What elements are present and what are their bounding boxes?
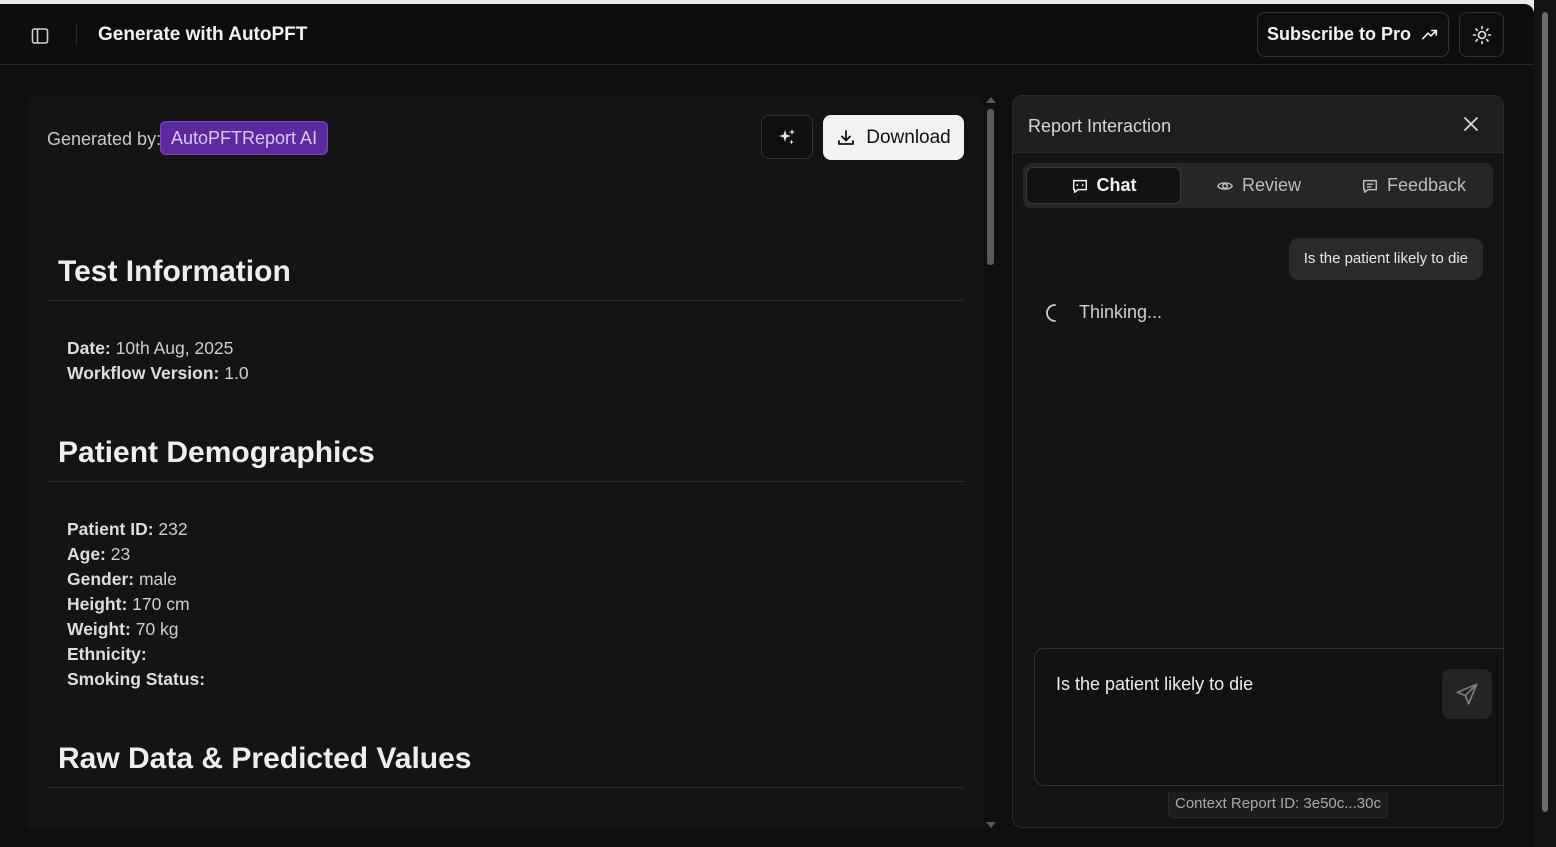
section-title-raw-data: Raw Data & Predicted Values <box>58 742 472 775</box>
scrollbar-thumb[interactable] <box>987 109 994 265</box>
loading-spinner-icon <box>1046 303 1056 322</box>
ai-enhance-button[interactable] <box>761 115 813 159</box>
sidebar-toggle-button[interactable] <box>26 22 54 50</box>
subscribe-label: Subscribe to Pro <box>1266 24 1412 44</box>
trending-up-icon <box>1422 29 1438 39</box>
tab-label: Feedback <box>1386 175 1467 195</box>
download-button[interactable]: Download <box>823 115 964 160</box>
page-title: Generate with AutoPFT <box>98 24 308 45</box>
send-icon <box>1456 683 1478 705</box>
user-message-bubble: Is the patient likely to die <box>1288 238 1483 280</box>
chat-icon <box>1072 179 1087 193</box>
interaction-header: Report Interaction <box>1013 96 1503 153</box>
window-scrollbar[interactable] <box>1534 0 1556 847</box>
report-panel: Generated by: AutoPFTReport AI Download … <box>28 95 984 828</box>
close-panel-button[interactable] <box>1461 114 1481 134</box>
download-icon <box>838 129 855 145</box>
tab-label: Review <box>1241 175 1302 195</box>
tab-review[interactable]: Review <box>1181 167 1336 204</box>
section-divider <box>47 481 964 482</box>
chat-message-input[interactable]: Is the patient likely to die <box>1034 648 1503 786</box>
section-title-test-information: Test Information <box>58 255 291 288</box>
test-information-fields: Date: 10th Aug, 2025 Workflow Version: 1… <box>67 336 249 386</box>
send-button[interactable] <box>1442 669 1492 719</box>
report-scrollbar[interactable] <box>985 95 997 828</box>
subscribe-pro-button[interactable]: Subscribe to Pro <box>1257 12 1449 57</box>
sparkles-icon <box>779 129 795 145</box>
interaction-tabs: Chat Review Feedback <box>1023 163 1493 208</box>
scroll-down-arrow-icon[interactable] <box>986 822 996 828</box>
field-row: Smoking Status: <box>67 669 206 689</box>
eye-icon <box>1216 181 1234 190</box>
tab-feedback[interactable]: Feedback <box>1336 167 1491 204</box>
sidebar-toggle-icon <box>31 28 49 44</box>
thinking-label: Thinking... <box>1079 302 1163 322</box>
download-label: Download <box>866 126 951 148</box>
field-row: Age: 23 <box>67 544 131 564</box>
app-window: Generate with AutoPFT Subscribe to Pro G… <box>0 4 1534 847</box>
theme-toggle-button[interactable] <box>1459 12 1504 57</box>
field-row: Date: 10th Aug, 2025 <box>67 338 234 358</box>
interaction-title: Report Interaction <box>1028 116 1172 136</box>
scroll-up-arrow-icon[interactable] <box>986 97 996 103</box>
thinking-indicator: Thinking... <box>1045 302 1162 323</box>
patient-demographics-fields: Patient ID: 232 Age: 23 Gender: male Hei… <box>67 517 205 692</box>
tab-chat[interactable]: Chat <box>1026 167 1181 204</box>
close-icon <box>1464 117 1478 131</box>
field-row: Height: 170 cm <box>67 594 190 614</box>
header-divider <box>76 24 77 46</box>
field-row: Ethnicity: <box>67 644 147 664</box>
report-interaction-panel: Report Interaction Chat Review Feedback … <box>1012 95 1504 828</box>
generator-badge: AutoPFTReport AI <box>160 121 329 155</box>
field-row: Gender: male <box>67 569 177 589</box>
sun-icon <box>1472 25 1491 44</box>
tab-label: Chat <box>1096 175 1137 195</box>
top-header: Generate with AutoPFT Subscribe to Pro <box>0 4 1534 65</box>
field-row: Patient ID: 232 <box>67 519 188 539</box>
context-report-id: Context Report ID: 3e50c...30c <box>1168 792 1388 818</box>
message-square-icon <box>1362 179 1377 193</box>
field-row: Workflow Version: 1.0 <box>67 363 249 383</box>
chat-input-value[interactable]: Is the patient likely to die <box>1056 674 1253 695</box>
section-title-patient-demographics: Patient Demographics <box>58 436 375 469</box>
window-scrollbar-thumb[interactable] <box>1542 12 1548 812</box>
section-divider <box>47 787 964 788</box>
generated-by-label: Generated by: <box>47 129 162 149</box>
section-divider <box>47 300 964 301</box>
field-row: Weight: 70 kg <box>67 619 179 639</box>
